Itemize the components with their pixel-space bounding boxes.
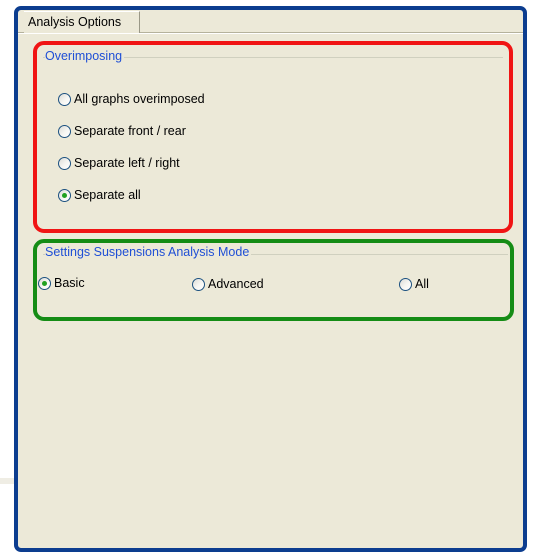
radio-label: All [415,277,429,291]
radio-label: Separate front / rear [74,124,186,138]
radio-label: All graphs overimposed [74,92,205,106]
radio-all[interactable]: All [399,277,429,291]
radio-advanced[interactable]: Advanced [192,277,264,291]
radio-label: Advanced [208,277,264,291]
radio-separate-left-right[interactable]: Separate left / right [58,156,180,170]
settings-group-title: Settings Suspensions Analysis Mode [45,245,252,259]
analysis-options-panel: Analysis Options Overimposing All graphs… [14,6,527,552]
radio-dot [42,280,47,286]
radio-label: Basic [54,276,85,290]
radio-selected-icon [38,276,51,290]
tab-analysis-options[interactable]: Analysis Options [24,11,141,33]
radio-unselected-icon [399,277,412,291]
radio-basic[interactable]: Basic [38,276,85,290]
radio-selected-icon [58,188,71,202]
radio-unselected-icon [58,92,71,106]
radio-unselected-icon [58,124,71,138]
page: Analysis Options Overimposing All graphs… [0,0,533,555]
overimposing-group-title: Overimposing [45,49,125,63]
radio-separate-front-rear[interactable]: Separate front / rear [58,124,186,138]
background-stub [0,478,14,484]
radio-dot [62,192,67,198]
radio-unselected-icon [192,277,205,291]
radio-label: Separate all [74,188,141,202]
radio-unselected-icon [58,156,71,170]
radio-all-graphs-overimposed[interactable]: All graphs overimposed [58,92,205,106]
radio-label: Separate left / right [74,156,180,170]
radio-separate-all[interactable]: Separate all [58,188,141,202]
